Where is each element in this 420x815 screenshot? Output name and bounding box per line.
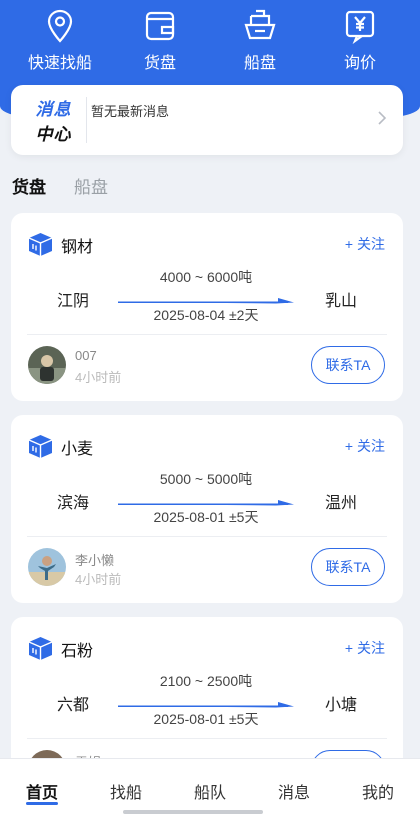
destination-port: 乳山 bbox=[325, 293, 358, 310]
bottom-nav-home[interactable]: 首页 bbox=[7, 759, 77, 815]
card-head: 钢材 bbox=[27, 232, 93, 257]
follow-button[interactable]: + 关注 bbox=[345, 234, 385, 254]
route: 滨海 5000 ~ 5000吨 2025-08-01 ±5天 温州 bbox=[11, 467, 403, 547]
cargo-quantity: 4000 ~ 6000吨 bbox=[159, 269, 253, 285]
bottom-nav-mine[interactable]: 我的 bbox=[343, 759, 413, 815]
tab-ship[interactable]: 船盘 bbox=[74, 173, 108, 198]
yen-price-icon bbox=[345, 10, 375, 44]
cargo-name: 钢材 bbox=[61, 238, 94, 256]
bottom-nav-find-ship[interactable]: 找船 bbox=[91, 759, 161, 815]
publisher-name: 007 bbox=[75, 348, 97, 363]
quick-nav: 快速找船 货盘 船盘 询价 bbox=[0, 8, 420, 73]
quick-nav-label: 货盘 bbox=[143, 55, 176, 72]
destination-port: 小塘 bbox=[325, 697, 358, 714]
publisher-name: 李小懒 bbox=[75, 553, 115, 568]
origin-port: 滨海 bbox=[57, 495, 90, 512]
origin-port: 六都 bbox=[57, 697, 90, 714]
message-center-card[interactable]: 消息 中心 暂无最新消息 bbox=[11, 85, 403, 155]
bottom-nav: 首页 找船 船队 消息 我的 bbox=[0, 758, 420, 815]
divider bbox=[27, 536, 387, 537]
cargo-quantity: 2100 ~ 2500吨 bbox=[159, 673, 253, 689]
quick-nav-find-ship[interactable]: 快速找船 bbox=[15, 8, 105, 73]
message-center-title-line1: 消息 bbox=[35, 100, 72, 119]
cargo-card[interactable]: 小麦 + 关注 滨海 5000 ~ 5000吨 2025-08-01 ±5天 温… bbox=[11, 415, 403, 603]
follow-button[interactable]: + 关注 bbox=[345, 638, 385, 658]
quick-nav-label: 船盘 bbox=[243, 55, 276, 72]
tab-cargo[interactable]: 货盘 bbox=[12, 173, 46, 198]
chevron-right-icon bbox=[378, 111, 387, 125]
publish-time: 4小时前 bbox=[75, 370, 122, 385]
publish-time: 4小时前 bbox=[75, 572, 122, 587]
avatar bbox=[28, 548, 66, 586]
card-head: 石粉 bbox=[27, 636, 93, 661]
card-head: 小麦 bbox=[27, 434, 93, 459]
wallet-icon bbox=[145, 11, 175, 41]
avatar bbox=[28, 346, 66, 384]
follow-button[interactable]: + 关注 bbox=[345, 436, 385, 456]
origin-port: 江阴 bbox=[57, 293, 90, 310]
quick-nav-inquiry[interactable]: 询价 bbox=[315, 8, 405, 73]
quick-nav-cargo[interactable]: 货盘 bbox=[115, 8, 205, 73]
divider bbox=[27, 738, 387, 739]
cargo-quantity: 5000 ~ 5000吨 bbox=[159, 471, 253, 487]
quick-nav-label: 快速找船 bbox=[27, 55, 92, 72]
message-text: 暂无最新消息 bbox=[91, 104, 170, 119]
message-center-title-line2: 中心 bbox=[35, 125, 72, 144]
load-date: 2025-08-01 ±5天 bbox=[153, 509, 259, 525]
list-tabs: 货盘 船盘 bbox=[12, 173, 108, 198]
divider bbox=[27, 334, 387, 335]
ship-icon bbox=[244, 9, 276, 40]
message-center-logo: 消息 中心 bbox=[21, 97, 87, 144]
contact-button[interactable]: 联系TA bbox=[311, 548, 385, 586]
cargo-box-icon bbox=[28, 435, 53, 458]
bottom-nav-messages[interactable]: 消息 bbox=[259, 759, 329, 815]
bottom-nav-fleet[interactable]: 船队 bbox=[175, 759, 245, 815]
destination-port: 温州 bbox=[325, 495, 358, 512]
cargo-name: 小麦 bbox=[61, 440, 94, 458]
cargo-name: 石粉 bbox=[61, 642, 94, 660]
home-indicator bbox=[123, 810, 263, 814]
load-date: 2025-08-04 ±2天 bbox=[153, 307, 259, 323]
cargo-box-icon bbox=[28, 233, 53, 256]
route: 江阴 4000 ~ 6000吨 2025-08-04 ±2天 乳山 bbox=[11, 265, 403, 345]
load-date: 2025-08-01 ±5天 bbox=[153, 711, 259, 727]
route: 六都 2100 ~ 2500吨 2025-08-01 ±5天 小塘 bbox=[11, 669, 403, 749]
cargo-card[interactable]: 钢材 + 关注 江阴 4000 ~ 6000吨 2025-08-04 ±2天 乳… bbox=[11, 213, 403, 401]
quick-nav-ship[interactable]: 船盘 bbox=[215, 8, 305, 73]
cargo-box-icon bbox=[28, 637, 53, 660]
quick-nav-label: 询价 bbox=[343, 55, 376, 72]
contact-button[interactable]: 联系TA bbox=[311, 346, 385, 384]
location-pin-icon bbox=[47, 9, 73, 43]
